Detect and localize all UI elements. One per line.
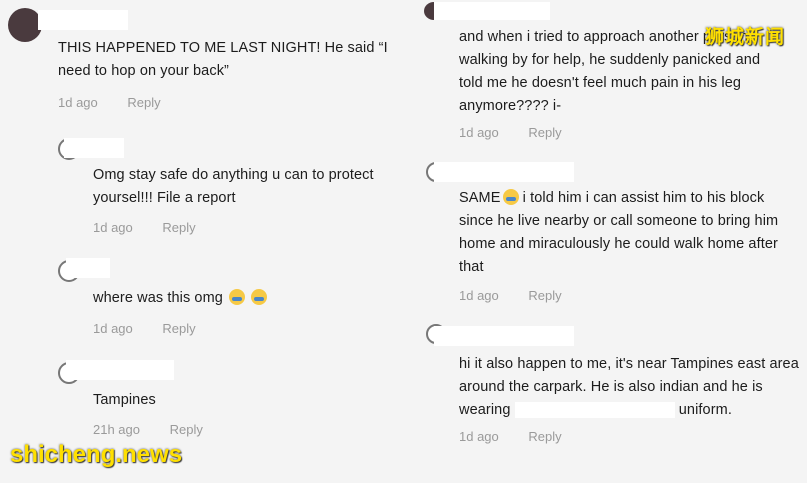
watermark-bottom-left: shicheng.news	[10, 441, 183, 468]
reply-button[interactable]: Reply	[162, 220, 195, 235]
reply-button[interactable]: Reply	[162, 321, 195, 336]
username-redacted	[38, 10, 128, 30]
reply-button[interactable]: Reply	[170, 422, 203, 437]
redacted-text	[514, 402, 675, 419]
comment-text: THIS HAPPENED TO ME LAST NIGHT! He said …	[58, 40, 388, 79]
username-redacted	[64, 138, 124, 158]
timestamp: 1d ago	[93, 321, 133, 336]
timestamp: 1d ago	[93, 220, 133, 235]
grinning-sweat-emoji-icon	[502, 189, 519, 205]
username-redacted	[66, 258, 110, 278]
comment-text: Omg stay safe do anything u can to prote…	[93, 167, 374, 206]
comment-7: hi it also happen to me, it's near Tampi…	[410, 320, 807, 450]
reply-button[interactable]: Reply	[528, 125, 561, 140]
username-redacted	[434, 2, 550, 20]
username-redacted	[434, 326, 574, 346]
comment-meta: 1d ago Reply	[93, 321, 196, 336]
avatar[interactable]	[8, 8, 42, 42]
comment-text: where was this omg	[93, 287, 403, 310]
comment-meta: 21h ago Reply	[93, 422, 203, 437]
crying-emoji-icon	[251, 289, 268, 305]
reply-button[interactable]: Reply	[127, 95, 160, 110]
comment-2: Omg stay safe do anything u can to prote…	[0, 128, 410, 238]
username-redacted	[66, 360, 174, 380]
comment-meta: 1d ago Reply	[459, 125, 562, 140]
crying-emoji-icon	[229, 289, 246, 305]
timestamp: 1d ago	[58, 95, 98, 110]
comment-meta: 1d ago Reply	[459, 288, 562, 303]
comment-6: SAME i told him i can assist him to his …	[410, 158, 807, 308]
comment-meta: 1d ago Reply	[93, 220, 196, 235]
timestamp: 1d ago	[459, 429, 499, 444]
comment-text-content: where was this omg	[93, 290, 223, 306]
comment-text: hi it also happen to me, it's near Tampi…	[459, 353, 799, 422]
timestamp: 1d ago	[459, 125, 499, 140]
comment-1: THIS HAPPENED TO ME LAST NIGHT! He said …	[0, 0, 410, 120]
reply-button[interactable]: Reply	[528, 288, 561, 303]
comment-text-suffix: uniform.	[678, 402, 732, 418]
username-redacted	[434, 162, 574, 182]
comment-meta: 1d ago Reply	[58, 95, 161, 110]
timestamp: 21h ago	[93, 422, 140, 437]
reply-button[interactable]: Reply	[528, 429, 561, 444]
comment-text-prefix: SAME	[459, 190, 501, 206]
timestamp: 1d ago	[459, 288, 499, 303]
comment-meta: 1d ago Reply	[459, 429, 562, 444]
watermark-top-right: 狮城新闻	[704, 27, 785, 48]
comment-4: Tampines 21h ago Reply	[0, 352, 410, 447]
comment-text: SAME i told him i can assist him to his …	[459, 187, 799, 279]
comment-3: where was this omg 1d ago Reply	[0, 250, 410, 340]
comment-text: Tampines	[93, 392, 156, 408]
